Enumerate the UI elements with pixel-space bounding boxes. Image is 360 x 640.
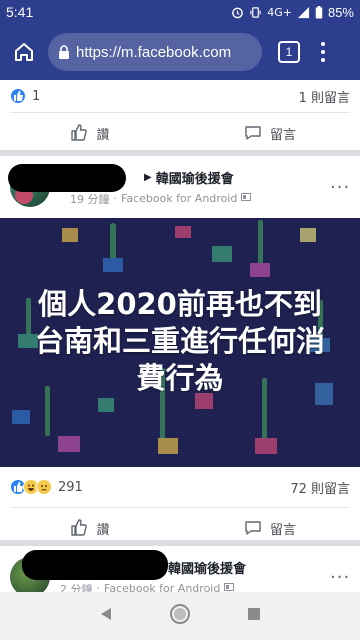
group-name[interactable]: 韓國瑜後援會 xyxy=(156,168,234,187)
more-options-icon[interactable]: ··· xyxy=(330,177,350,198)
comment-count[interactable]: 1 則留言 xyxy=(299,87,350,106)
like-reaction-icon xyxy=(10,88,26,104)
home-nav-icon xyxy=(169,604,190,624)
alarm-icon xyxy=(232,7,244,18)
caret-right-icon: ▶ xyxy=(144,171,152,183)
like-icon xyxy=(71,124,88,141)
action-bar: 讚 留言 xyxy=(0,113,360,153)
post-time[interactable]: 19 分鐘 xyxy=(70,191,110,207)
status-bar: 5:41 4G+ 85% xyxy=(0,0,360,24)
audience-icon xyxy=(241,192,252,205)
comment-button[interactable]: 留言 xyxy=(180,519,360,538)
lock-icon xyxy=(58,45,70,59)
status-time: 5:41 xyxy=(6,4,34,20)
back-icon xyxy=(100,608,111,620)
comment-icon xyxy=(245,521,261,535)
home-nav-button[interactable] xyxy=(169,603,191,629)
url-bar[interactable]: https://m.facebook.com xyxy=(48,33,262,71)
caption-line: 費行為 xyxy=(136,361,224,395)
menu-icon[interactable] xyxy=(318,40,328,64)
screen: 5:41 4G+ 85% https://m.facebook.com 1 1 … xyxy=(0,0,360,640)
recents-button[interactable] xyxy=(246,606,262,626)
group-name[interactable]: 韓國瑜後援會 xyxy=(168,558,246,577)
post-subline: 2 分鐘 · Facebook for Android xyxy=(58,581,330,593)
post-subline: 19 分鐘 · Facebook for Android xyxy=(58,191,330,207)
reactions-summary[interactable]: 291 72 則留言 xyxy=(0,467,360,507)
separator-dot: · xyxy=(96,582,101,592)
caption-line: 個人2020前再也不到 xyxy=(38,287,322,321)
post-time[interactable]: 2 分鐘 xyxy=(60,581,93,593)
comment-button[interactable]: 留言 xyxy=(180,124,360,143)
separator-dot: · xyxy=(113,192,118,205)
tab-switcher-button[interactable]: 1 xyxy=(278,41,300,63)
reaction-count: 1 xyxy=(32,88,41,104)
like-button[interactable]: 讚 xyxy=(0,124,180,143)
previous-post: 1 1 則留言 讚 留言 xyxy=(0,80,360,150)
recents-icon xyxy=(248,608,261,620)
home-icon xyxy=(15,43,33,61)
reaction-count: 291 xyxy=(58,479,83,495)
like-button[interactable]: 讚 xyxy=(0,519,180,538)
audience-icon xyxy=(224,582,235,592)
comment-count[interactable]: 72 則留言 xyxy=(290,478,350,497)
signal-icon xyxy=(297,6,310,18)
back-button[interactable] xyxy=(98,606,114,626)
post-source: Facebook for Android xyxy=(121,192,238,205)
battery-level: 85% xyxy=(327,4,354,20)
more-options-icon[interactable]: ··· xyxy=(330,567,350,588)
post-header: ▶ 韓國瑜後援會 19 分鐘 · Facebook for Android ··… xyxy=(0,156,360,218)
system-nav-bar xyxy=(0,592,360,640)
redacted-author-name xyxy=(22,550,168,580)
like-label: 讚 xyxy=(96,522,110,538)
next-post: 韓國瑜後援會 2 分鐘 · Facebook for Android ··· xyxy=(0,546,360,592)
reactions-summary[interactable]: 1 1 則留言 xyxy=(0,80,360,112)
tab-switcher-icon: 1 xyxy=(285,45,293,59)
url-text: https://m.facebook.com xyxy=(76,43,232,61)
redacted-author-name xyxy=(8,164,126,192)
post-source: Facebook for Android xyxy=(104,582,221,592)
network-label: 4G+ xyxy=(267,5,292,19)
post-header: 韓國瑜後援會 2 分鐘 · Facebook for Android ··· xyxy=(0,546,360,592)
vibrate-icon xyxy=(250,6,261,18)
status-icons: 4G+ 85% xyxy=(231,5,354,20)
comment-icon xyxy=(245,126,261,140)
comment-label: 留言 xyxy=(269,127,296,143)
sad-reaction-icon xyxy=(36,479,52,495)
comment-label: 留言 xyxy=(269,522,296,538)
browser-toolbar: https://m.facebook.com 1 xyxy=(0,24,360,80)
like-label: 讚 xyxy=(96,127,110,143)
home-button[interactable] xyxy=(8,36,40,68)
post-card: ▶ 韓國瑜後援會 19 分鐘 · Facebook for Android ··… xyxy=(0,156,360,540)
action-bar: 讚 留言 xyxy=(0,508,360,548)
post-image[interactable]: 個人2020前再也不到 台南和三重進行任何消 費行為 xyxy=(0,218,360,467)
image-caption: 個人2020前再也不到 台南和三重進行任何消 費行為 xyxy=(0,286,360,397)
like-icon xyxy=(71,519,88,536)
caption-line: 台南和三重進行任何消 xyxy=(34,324,325,358)
battery-icon xyxy=(315,5,323,19)
